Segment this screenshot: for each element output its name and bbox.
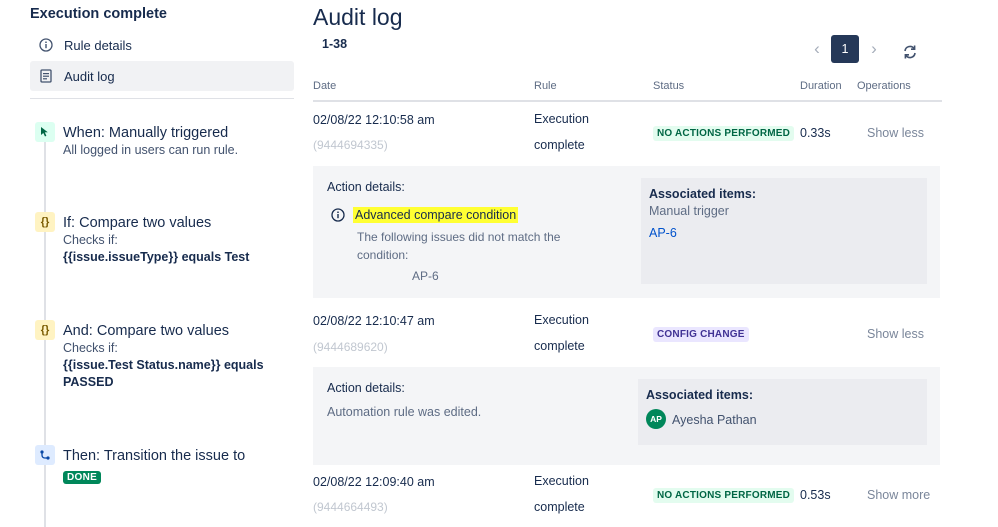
associated-items-panel: Associated items: AP Ayesha Pathan — [638, 379, 927, 445]
pagination-page-1[interactable]: 1 — [831, 35, 859, 63]
row-date: 02/08/22 12:10:58 am — [313, 113, 435, 127]
component-description: Checks if: — [63, 233, 118, 247]
component-title: And: Compare two values — [63, 323, 230, 339]
row-rule-line: complete — [534, 339, 585, 353]
sidebar-divider — [30, 98, 294, 99]
action-details-title: Action details: — [327, 180, 405, 194]
chevron-left-icon[interactable]: ‹ — [808, 38, 826, 60]
nav-audit-log[interactable]: Audit log — [30, 61, 294, 91]
column-header-rule: Rule — [534, 80, 557, 92]
description-line: The following issues did not match the — [357, 230, 561, 244]
row-execution-id: (9444689620) — [313, 340, 388, 354]
rule-component-if[interactable]: If: Compare two values Checks if: {{issu… — [63, 214, 295, 266]
column-header-date: Date — [313, 80, 337, 92]
component-condition: {{issue.issueType}} equals Test — [63, 250, 250, 264]
component-condition: PASSED — [63, 375, 114, 389]
row-rule-line: Execution — [534, 313, 589, 327]
action-item-description: The following issues did not match the c… — [357, 228, 560, 264]
component-condition: {{issue.Test Status.name}} equals — [63, 358, 264, 372]
action-description: Automation rule was edited. — [327, 405, 482, 419]
braces-icon: {} — [35, 320, 55, 340]
associated-items-panel: Associated items: Manual trigger AP-6 — [641, 178, 927, 284]
status-badge: NO ACTIONS PERFORMED — [653, 126, 795, 141]
page-title: Audit log — [313, 4, 403, 30]
associated-item-type: Manual trigger — [649, 204, 729, 218]
action-details-panel: Action details: Automation rule was edit… — [313, 367, 940, 465]
rule-sidebar: Execution complete Rule details Audit lo… — [0, 0, 300, 527]
row-rule-line: Execution — [534, 474, 589, 488]
row-duration: 0.53s — [800, 488, 831, 502]
rule-component-then[interactable]: Then: Transition the issue to DONE — [63, 447, 295, 485]
action-details-panel: Action details: Advanced compare conditi… — [313, 166, 940, 298]
row-rule: Execution complete — [534, 106, 589, 158]
show-more-link[interactable]: Show more — [867, 488, 930, 502]
nav-rule-details-label: Rule details — [64, 37, 132, 53]
associated-user-name[interactable]: Ayesha Pathan — [672, 413, 757, 427]
row-rule-line: Execution — [534, 112, 589, 126]
status-badge: NO ACTIONS PERFORMED — [653, 488, 795, 503]
avatar: AP — [646, 409, 666, 429]
nav-rule-details[interactable]: Rule details — [30, 30, 294, 60]
row-rule: Execution complete — [534, 307, 589, 359]
component-title: Then: Transition the issue to — [63, 448, 246, 464]
status-badge: CONFIG CHANGE — [653, 327, 749, 342]
info-icon — [331, 208, 345, 222]
status-lozenge-done: DONE — [63, 471, 102, 484]
highlighted-condition-name: Advanced compare condition — [353, 207, 519, 223]
document-icon — [38, 68, 54, 84]
component-description: All logged in users can run rule. — [63, 143, 239, 157]
unmatched-issue-key: AP-6 — [412, 269, 439, 283]
column-header-duration: Duration — [800, 80, 842, 92]
info-icon — [38, 37, 54, 53]
component-description: Checks if: — [63, 341, 118, 355]
show-less-link[interactable]: Show less — [867, 126, 924, 140]
rule-component-and[interactable]: And: Compare two values Checks if: {{iss… — [63, 322, 295, 391]
table-header-divider — [313, 100, 942, 102]
action-item-title: Advanced compare condition — [353, 206, 519, 224]
row-rule-line: complete — [534, 138, 585, 152]
associated-items-title: Associated items: — [649, 187, 756, 201]
row-rule-line: complete — [534, 500, 585, 514]
component-title: If: Compare two values — [63, 215, 212, 231]
description-line: condition: — [357, 248, 409, 262]
row-execution-id: (9444664493) — [313, 500, 388, 514]
column-header-status: Status — [653, 80, 685, 92]
execution-status-title: Execution complete — [30, 6, 167, 22]
nav-audit-log-label: Audit log — [64, 68, 115, 84]
rule-component-trigger[interactable]: When: Manually triggered All logged in u… — [63, 124, 295, 159]
result-range: 1-38 — [322, 37, 348, 51]
refresh-icon[interactable] — [900, 42, 920, 62]
cursor-icon — [35, 122, 55, 142]
row-date: 02/08/22 12:09:40 am — [313, 475, 435, 489]
component-title: When: Manually triggered — [63, 125, 229, 141]
show-less-link[interactable]: Show less — [867, 327, 924, 341]
associated-items-title: Associated items: — [646, 388, 753, 402]
issue-link[interactable]: AP-6 — [649, 226, 677, 240]
transition-icon — [35, 445, 55, 465]
row-date: 02/08/22 12:10:47 am — [313, 314, 435, 328]
action-details-title: Action details: — [327, 381, 405, 395]
row-duration: 0.33s — [800, 126, 831, 140]
column-header-operations: Operations — [857, 80, 911, 92]
row-execution-id: (9444694335) — [313, 138, 388, 152]
row-rule: Execution complete — [534, 468, 589, 520]
chevron-right-icon[interactable]: › — [865, 38, 883, 60]
braces-icon: {} — [35, 212, 55, 232]
